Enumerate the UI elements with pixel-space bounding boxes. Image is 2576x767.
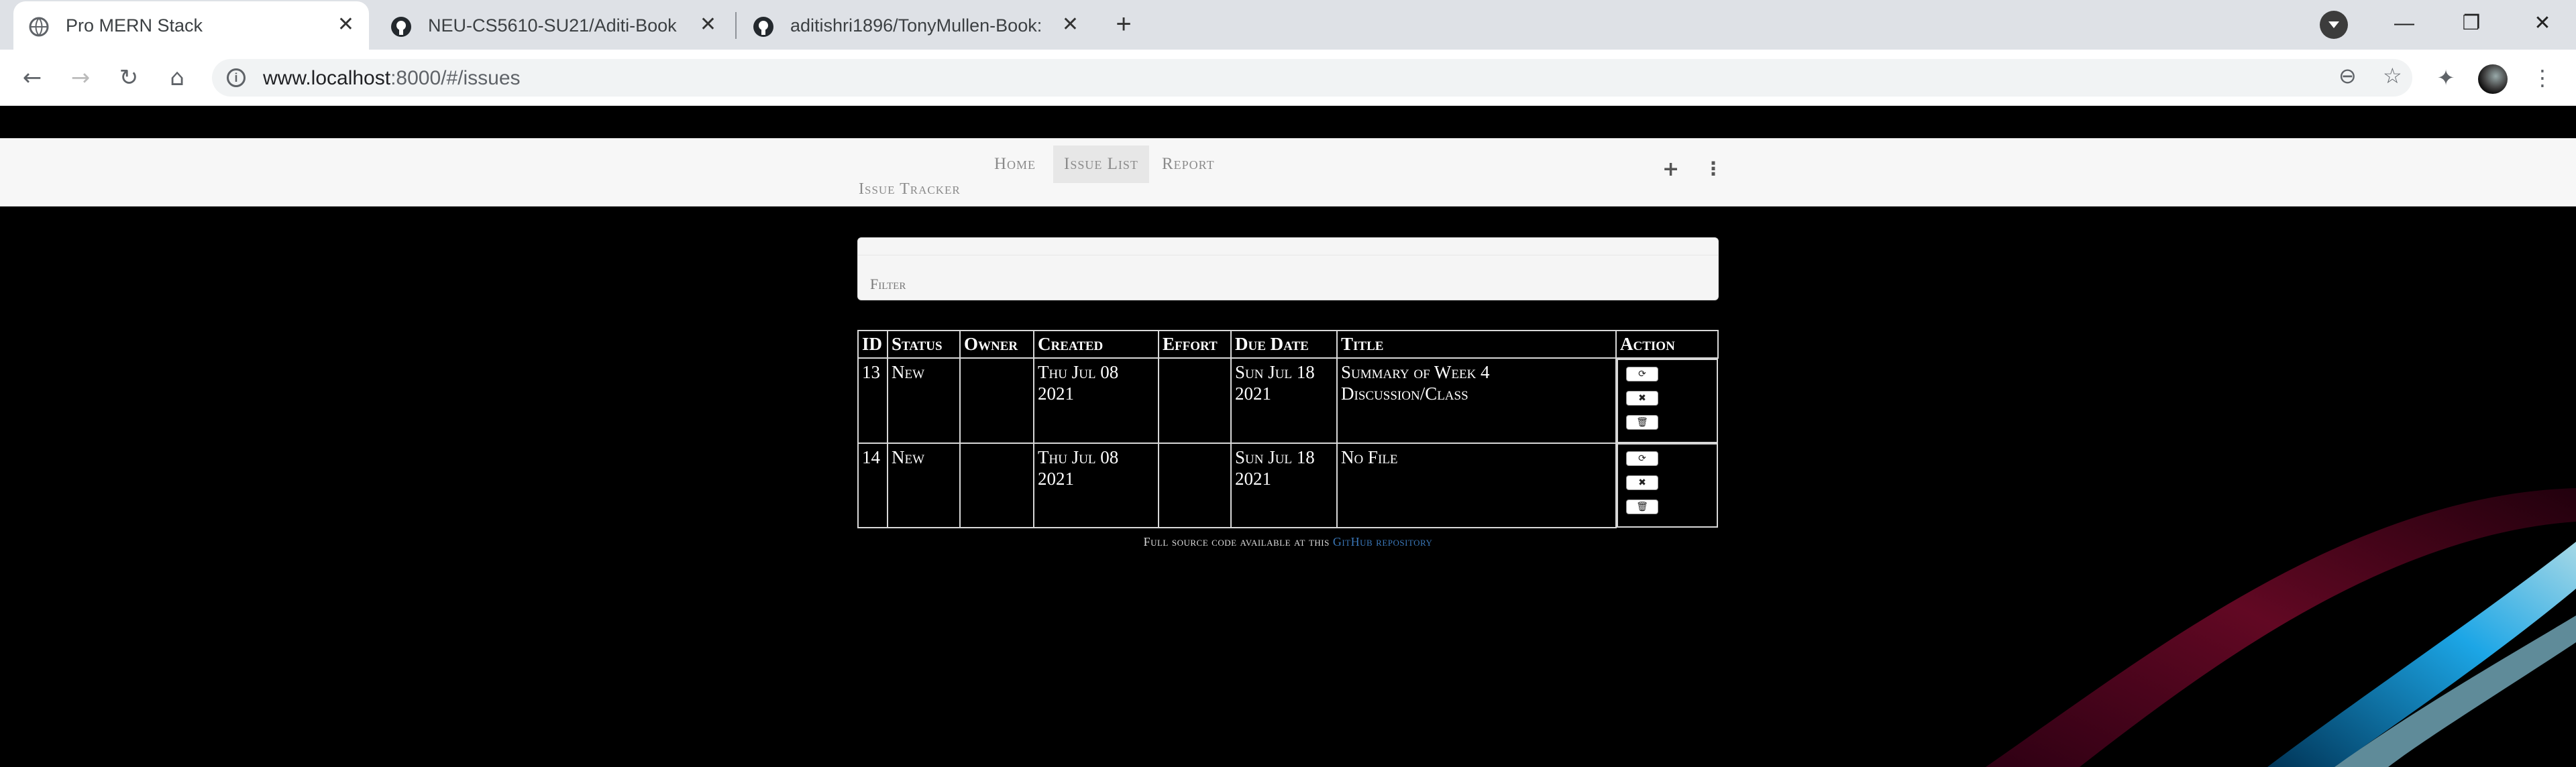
address-bar[interactable]: i www.localhost:8000/#/issues ⊖ ☆	[212, 59, 2412, 97]
cell-id: 13	[857, 357, 888, 444]
nav-report[interactable]: Report	[1151, 145, 1226, 183]
cell-created: Thu Jul 08 2021	[1033, 357, 1159, 444]
cell-id: 14	[857, 442, 888, 528]
cell-status: New	[887, 357, 961, 444]
column-header: ID	[857, 330, 888, 359]
page-content: Issue Tracker Home Issue List Report + ⋮…	[0, 106, 2576, 767]
close-issue-button[interactable]: ⟳	[1626, 367, 1658, 381]
github-repository-link[interactable]: GitHub repository	[1333, 535, 1433, 548]
tab-title: Pro MERN Stack	[66, 15, 203, 36]
forward-icon[interactable]: →	[64, 62, 97, 94]
tab-title: aditishri1896/TonyMullen-Book: V	[790, 15, 1045, 36]
star-icon[interactable]: ☆	[2383, 63, 2402, 88]
cell-actions: ⟳ ✖ 🗑	[1617, 359, 1718, 443]
tab-tonymullen-book[interactable]: aditishri1896/TonyMullen-Book: V ✕	[738, 1, 1093, 50]
tab-search-icon[interactable]	[2320, 11, 2348, 39]
column-header: Status	[887, 330, 961, 359]
more-icon[interactable]: ⋮	[1704, 158, 1723, 180]
globe-icon	[29, 17, 49, 37]
filter-panel[interactable]: Filter	[857, 237, 1719, 300]
column-header: Due Date	[1230, 330, 1338, 359]
cell-status: New	[887, 442, 961, 528]
issue-table: ID Status Owner Created Effort Due Date …	[857, 330, 1719, 528]
browser-tab-bar: Pro MERN Stack ✕ NEU-CS5610-SU21/Aditi-B…	[0, 0, 2576, 50]
tab-separator	[735, 12, 737, 39]
cell-created: Thu Jul 08 2021	[1033, 442, 1159, 528]
tab-pro-mern-stack[interactable]: Pro MERN Stack ✕	[13, 1, 369, 50]
brand-title[interactable]: Issue Tracker	[859, 180, 961, 198]
cell-effort	[1158, 442, 1232, 528]
nav-home[interactable]: Home	[983, 145, 1046, 183]
tab-title: NEU-CS5610-SU21/Aditi-Book	[428, 15, 677, 36]
column-header: Created	[1033, 330, 1159, 359]
url-text[interactable]: www.localhost:8000/#/issues	[263, 67, 521, 90]
menu-icon[interactable]: ⋮	[2526, 62, 2559, 94]
cell-title: No File	[1336, 442, 1617, 528]
github-icon	[753, 17, 773, 37]
footer-text: Full source code available at this	[1143, 535, 1333, 548]
add-icon[interactable]: +	[1662, 158, 1679, 181]
restore-icon[interactable]: ❐	[2451, 7, 2491, 40]
back-icon[interactable]: ←	[16, 62, 48, 94]
avatar[interactable]	[2478, 64, 2508, 94]
cell-due-date: Sun Jul 18 2021	[1230, 442, 1338, 528]
cell-actions: ⟳ ✖ 🗑	[1617, 443, 1718, 528]
close-icon[interactable]: ✕	[337, 15, 354, 35]
cell-due-date: Sun Jul 18 2021	[1230, 357, 1338, 444]
column-header: Action	[1615, 330, 1719, 359]
cell-effort	[1158, 357, 1232, 444]
github-icon	[391, 17, 411, 37]
cell-owner	[959, 442, 1034, 528]
window-close-icon[interactable]: ✕	[2522, 7, 2563, 40]
reload-icon[interactable]: ↻	[113, 62, 145, 94]
app-navbar: Issue Tracker Home Issue List Report + ⋮	[0, 138, 2576, 206]
cell-title: Summary of Week 4 Discussion/Class	[1336, 357, 1617, 444]
close-icon[interactable]: ✕	[1062, 15, 1079, 35]
new-tab-button[interactable]: +	[1108, 9, 1139, 40]
nav-issue-list[interactable]: Issue List	[1053, 145, 1149, 183]
close-issue-button[interactable]: ⟳	[1626, 451, 1658, 466]
delete-x-button[interactable]: ✖	[1626, 391, 1658, 406]
tab-neu-cs5610[interactable]: NEU-CS5610-SU21/Aditi-Book ✕	[376, 1, 731, 50]
home-icon[interactable]: ⌂	[161, 62, 193, 94]
column-header: Owner	[959, 330, 1034, 359]
minimize-icon[interactable]: —	[2384, 7, 2424, 40]
footer: Full source code available at this GitHu…	[0, 535, 2576, 549]
table-header-row: ID Status Owner Created Effort Due Date …	[857, 330, 1719, 359]
trash-icon[interactable]: 🗑	[1626, 415, 1658, 430]
info-icon[interactable]: i	[227, 68, 246, 87]
zoom-icon[interactable]: ⊖	[2339, 63, 2357, 88]
filter-label: Filter	[870, 276, 906, 292]
column-header: Effort	[1158, 330, 1232, 359]
close-icon[interactable]: ✕	[700, 15, 716, 35]
column-header: Title	[1336, 330, 1617, 359]
browser-toolbar: ← → ↻ ⌂ i www.localhost:8000/#/issues ⊖ …	[0, 50, 2576, 106]
table-row: 13 New Thu Jul 08 2021 Sun Jul 18 2021 S…	[857, 357, 1718, 444]
table-row: 14 New Thu Jul 08 2021 Sun Jul 18 2021 N…	[857, 442, 1718, 528]
cell-owner	[959, 357, 1034, 444]
trash-icon[interactable]: 🗑	[1626, 499, 1658, 514]
filter-panel-heading	[858, 238, 1718, 255]
delete-x-button[interactable]: ✖	[1626, 475, 1658, 490]
extensions-icon[interactable]: ✦	[2430, 62, 2462, 94]
